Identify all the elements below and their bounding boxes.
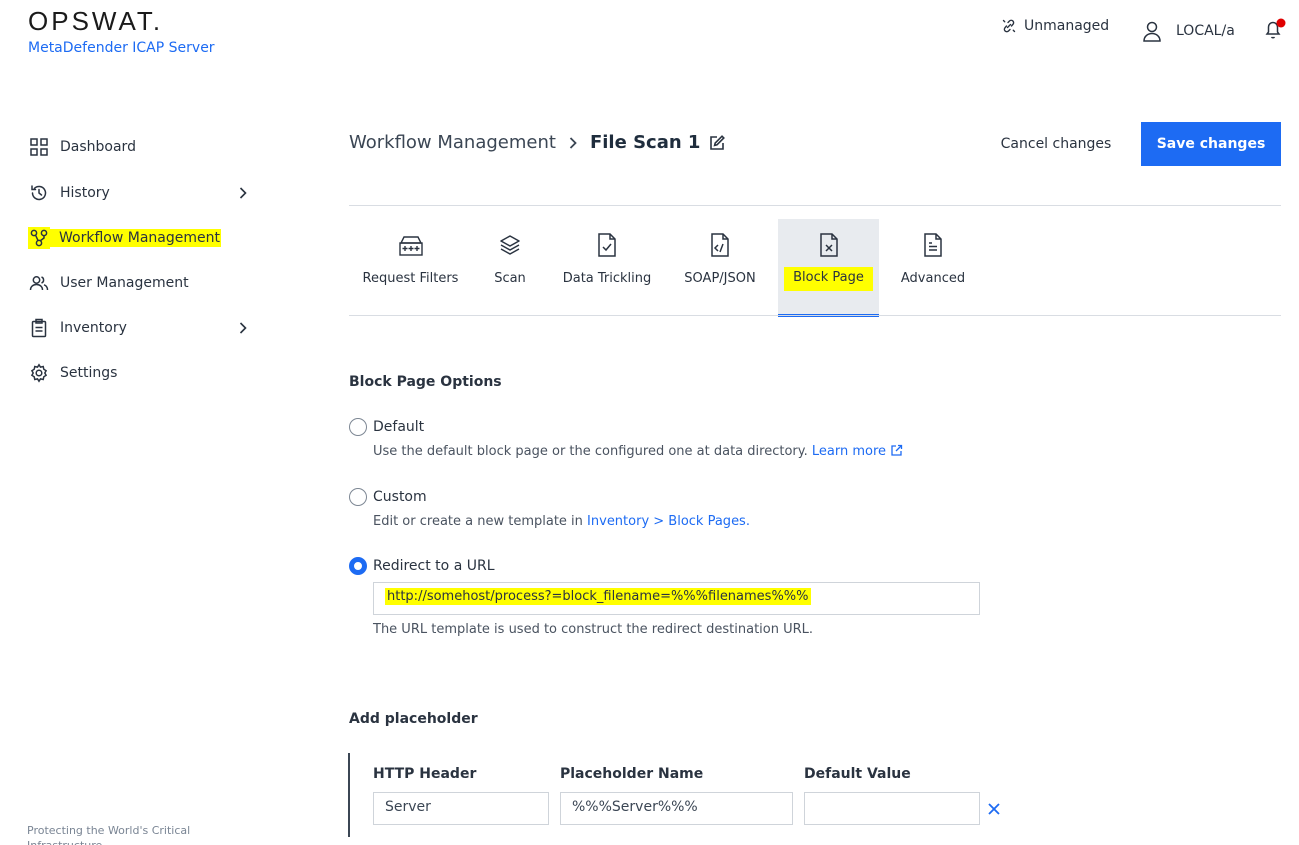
external-link-icon[interactable] [890,444,903,461]
user-name: LOCAL/a [1176,23,1235,39]
redirect-url-value: http://somehost/process?=block_filename=… [385,588,811,605]
file-check-icon [596,231,618,259]
tab-label: Block Page [784,267,873,291]
tab-label: Request Filters [362,271,459,286]
opswat-logo: OPSWAT. [28,6,164,36]
radio-default[interactable] [349,418,367,436]
default-value-input[interactable] [804,792,980,825]
management-status-label: Unmanaged [1024,18,1110,34]
tab-block-page[interactable]: Block Page [778,219,879,317]
chevron-right-icon [238,320,248,340]
user-icon [1142,20,1162,42]
tab-label: Data Trickling [562,271,652,286]
option-label: Redirect to a URL [373,558,495,574]
sidebar-item-label: Inventory [60,320,127,336]
workflow-icon [28,227,50,249]
file-text-icon [922,231,944,259]
sidebar-item-dashboard[interactable]: Dashboard [28,133,258,161]
breadcrumb: Workflow Management File Scan 1 [349,132,726,153]
file-code-icon [709,231,731,259]
chevron-right-icon [568,135,578,151]
sidebar-item-label: Settings [60,365,118,381]
http-header-input[interactable]: Server [373,792,549,825]
clipboard-icon [28,317,50,339]
divider [349,205,1281,206]
close-icon[interactable] [985,800,1003,818]
sidebar-item-settings[interactable]: Settings [28,359,258,387]
unlink-icon [1001,18,1017,34]
sidebar-item-inventory[interactable]: Inventory [28,314,258,342]
sidebar-item-history[interactable]: History [28,179,258,207]
history-icon [28,182,50,204]
placeholder-name-input[interactable]: %%%Server%%% [560,792,793,825]
grid-icon [28,136,50,158]
inventory-block-pages-link[interactable]: Inventory > Block Pages. [587,514,750,529]
divider [349,315,1281,316]
tab-label: Advanced [900,271,966,286]
management-status[interactable]: Unmanaged [1001,18,1109,34]
tab-label: SOAP/JSON [684,271,756,286]
sidebar-item-label: Dashboard [60,139,136,155]
tab-data-trickling[interactable]: Data Trickling [557,219,657,315]
option-custom[interactable]: Custom [349,488,427,506]
tab-request-filters[interactable]: Request Filters [356,219,465,315]
notifications-button[interactable] [1262,17,1286,45]
option-label: Default [373,419,425,435]
save-changes-button[interactable]: Save changes [1141,122,1281,166]
sidebar-item-user-management[interactable]: User Management [28,269,258,297]
block-page-options-title: Block Page Options [349,374,502,390]
gear-icon [28,362,50,384]
cancel-changes-button[interactable]: Cancel changes [988,127,1124,161]
learn-more-link[interactable]: Learn more [812,444,886,459]
user-menu[interactable]: LOCAL/a [1142,20,1235,42]
option-custom-help: Edit or create a new template in Invento… [373,514,750,529]
column-header-default-value: Default Value [804,766,911,782]
tab-scan[interactable]: Scan [486,219,534,315]
tab-advanced[interactable]: Advanced [897,219,969,315]
edit-icon[interactable] [708,134,726,152]
tab-soap-json[interactable]: SOAP/JSON [680,219,760,315]
option-default[interactable]: Default [349,418,424,436]
users-icon [28,272,50,294]
sidebar-item-label: User Management [60,275,189,291]
help-text: Use the default block page or the config… [373,444,808,459]
redirect-url-input[interactable]: http://somehost/process?=block_filename=… [373,582,980,615]
help-text: Edit or create a new template in [373,514,583,529]
column-header-http-header: HTTP Header [373,766,477,782]
column-header-placeholder-name: Placeholder Name [560,766,704,782]
redirect-url-help: The URL template is used to construct th… [373,622,814,637]
option-default-help: Use the default block page or the config… [373,444,903,461]
sidebar-item-label: History [60,185,110,201]
bell-icon [1262,18,1286,45]
placeholder-group-bar [348,753,350,837]
radio-redirect-url[interactable] [349,557,367,575]
layers-icon [498,231,522,259]
breadcrumb-current: File Scan 1 [589,132,701,153]
option-label: Custom [373,489,427,505]
request-filters-icon [398,231,424,259]
sidebar-footer-note: Protecting the World's Critical Infrastr… [27,824,191,845]
file-x-icon [818,231,840,259]
sidebar-item-workflow-management[interactable]: Workflow Management [28,224,258,252]
product-name: MetaDefender ICAP Server [28,40,215,56]
tab-label: Scan [494,271,526,286]
sidebar-item-label: Workflow Management [50,229,221,247]
chevron-right-icon [238,185,248,205]
breadcrumb-root[interactable]: Workflow Management [349,132,556,153]
option-redirect-url[interactable]: Redirect to a URL [349,557,495,575]
add-placeholder-title: Add placeholder [349,711,478,727]
radio-custom[interactable] [349,488,367,506]
